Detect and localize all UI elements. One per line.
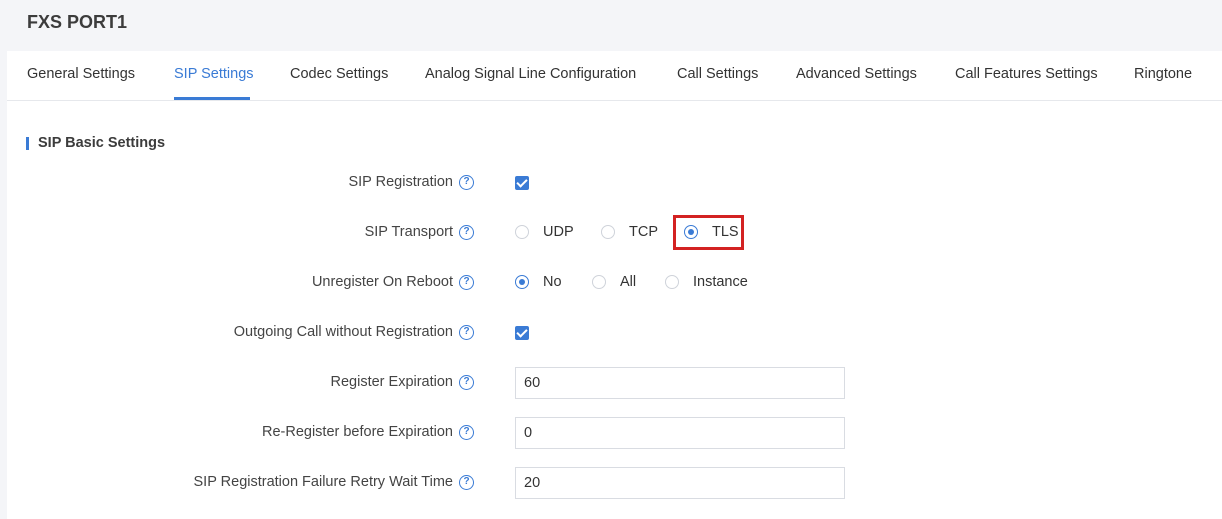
- page-title: FXS PORT1: [27, 12, 128, 32]
- radio-circle-icon: [601, 225, 615, 239]
- sip-transport-radio-udp[interactable]: UDP: [515, 224, 574, 240]
- field-label-wrap: SIP Transport ?: [365, 224, 474, 240]
- row-re-register-before-expiration: Re-Register before Expiration ?: [7, 417, 1222, 449]
- settings-panel: General Settings SIP Settings Codec Sett…: [7, 51, 1222, 519]
- tab-ringtone[interactable]: Ringtone: [1134, 66, 1192, 82]
- tab-general-settings[interactable]: General Settings: [27, 66, 135, 82]
- row-sip-registration: SIP Registration ?: [7, 167, 1222, 199]
- help-icon[interactable]: ?: [459, 274, 474, 290]
- help-icon[interactable]: ?: [459, 174, 474, 190]
- radio-label: UDP: [543, 224, 574, 240]
- help-icon[interactable]: ?: [459, 474, 474, 490]
- unregister-on-reboot-label: Unregister On Reboot: [311, 274, 453, 290]
- radio-label: TCP: [629, 224, 658, 240]
- row-sip-transport: SIP Transport ? UDP TCP TLS: [7, 217, 1222, 249]
- outgoing-call-without-registration-label: Outgoing Call without Registration: [233, 324, 453, 340]
- help-icon[interactable]: ?: [459, 224, 474, 240]
- tab-analog-signal-line-configuration[interactable]: Analog Signal Line Configuration: [425, 66, 636, 82]
- register-expiration-label: Register Expiration: [330, 374, 454, 390]
- tls-highlight-box: [673, 215, 744, 250]
- help-icon[interactable]: ?: [459, 324, 474, 340]
- page-header: FXS PORT1: [0, 0, 1222, 50]
- help-icon[interactable]: ?: [459, 424, 474, 440]
- tab-call-features-settings[interactable]: Call Features Settings: [955, 66, 1098, 82]
- field-label-wrap: SIP Registration ?: [348, 174, 474, 190]
- field-label-wrap: Re-Register before Expiration ?: [262, 424, 474, 440]
- re-register-before-expiration-label: Re-Register before Expiration: [261, 424, 453, 440]
- unregister-radio-instance[interactable]: Instance: [665, 274, 748, 290]
- row-outgoing-call-without-registration: Outgoing Call without Registration ?: [7, 317, 1222, 349]
- tab-advanced-settings[interactable]: Advanced Settings: [796, 66, 917, 82]
- unregister-radio-no[interactable]: No: [515, 274, 562, 290]
- tab-sip-settings[interactable]: SIP Settings: [174, 66, 254, 82]
- field-label-wrap: Register Expiration ?: [330, 374, 474, 390]
- unregister-radio-all[interactable]: All: [592, 274, 636, 290]
- outgoing-call-without-registration-checkbox[interactable]: [515, 326, 529, 340]
- sip-registration-failure-retry-wait-time-label: SIP Registration Failure Retry Wait Time: [193, 474, 453, 490]
- section-title-sip-basic-settings: SIP Basic Settings: [26, 135, 165, 152]
- sip-transport-radio-tcp[interactable]: TCP: [601, 224, 658, 240]
- radio-label: No: [543, 274, 562, 290]
- active-tab-indicator: [174, 97, 250, 100]
- sip-registration-failure-retry-wait-time-input[interactable]: [515, 467, 845, 499]
- field-label-wrap: Outgoing Call without Registration ?: [234, 324, 474, 340]
- radio-checked-icon: [515, 275, 529, 289]
- field-label-wrap: SIP Registration Failure Retry Wait Time…: [194, 474, 474, 490]
- tab-bar: General Settings SIP Settings Codec Sett…: [7, 51, 1222, 101]
- radio-circle-icon: [515, 225, 529, 239]
- tab-codec-settings[interactable]: Codec Settings: [290, 66, 388, 82]
- radio-circle-icon: [665, 275, 679, 289]
- radio-circle-icon: [592, 275, 606, 289]
- row-register-expiration: Register Expiration ?: [7, 367, 1222, 399]
- sip-registration-label: SIP Registration: [348, 174, 453, 190]
- register-expiration-input[interactable]: [515, 367, 845, 399]
- tab-call-settings[interactable]: Call Settings: [677, 66, 758, 82]
- sip-transport-label: SIP Transport: [364, 224, 453, 240]
- radio-label: All: [620, 274, 637, 290]
- re-register-before-expiration-input[interactable]: [515, 417, 845, 449]
- sip-registration-checkbox[interactable]: [515, 176, 529, 190]
- row-sip-registration-failure-retry-wait-time: SIP Registration Failure Retry Wait Time…: [7, 467, 1222, 499]
- radio-label: Instance: [693, 274, 748, 290]
- field-label-wrap: Unregister On Reboot ?: [312, 274, 474, 290]
- row-unregister-on-reboot: Unregister On Reboot ? No All Instance: [7, 267, 1222, 299]
- help-icon[interactable]: ?: [459, 374, 474, 390]
